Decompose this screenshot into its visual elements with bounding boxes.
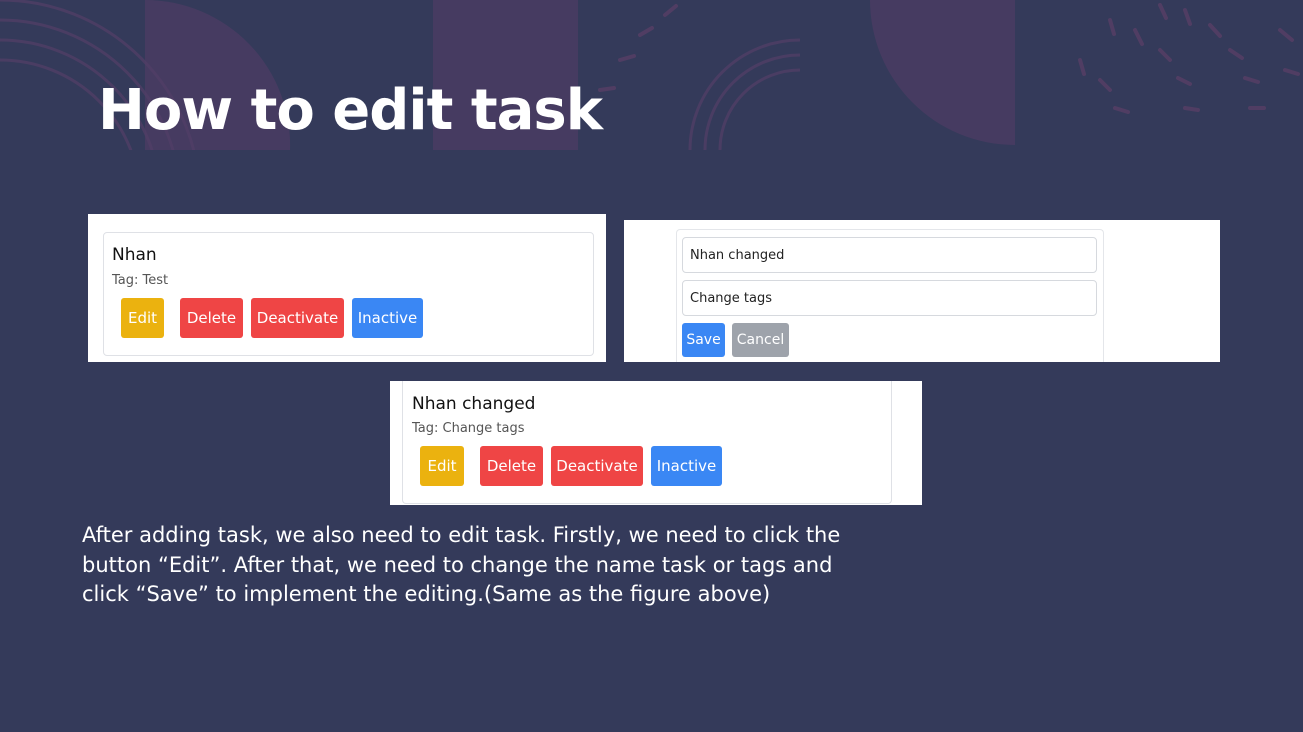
edit-button[interactable]: Edit [420,446,464,486]
task-tag: Tag: Test [112,273,169,288]
edit-form: Save Cancel [676,229,1104,362]
edit-form-screenshot: Save Cancel [624,220,1220,362]
delete-button[interactable]: Delete [180,298,243,338]
task-name-input[interactable] [682,237,1097,273]
task-card: Nhan changed Tag: Change tags Edit Delet… [402,381,892,504]
inactive-button[interactable]: Inactive [651,446,722,486]
slide-description: After adding task, we also need to edit … [82,523,841,606]
task-name: Nhan [112,245,157,265]
cancel-button[interactable]: Cancel [732,323,789,357]
task-card-after-screenshot: Nhan changed Tag: Change tags Edit Delet… [390,381,922,505]
slide-title: How to edit task [98,78,603,143]
task-tags-input[interactable] [682,280,1097,316]
edit-button[interactable]: Edit [121,298,164,338]
task-card-before-screenshot: Nhan Tag: Test Edit Delete Deactivate In… [88,214,606,362]
task-tag: Tag: Change tags [412,421,525,436]
inactive-button[interactable]: Inactive [352,298,423,338]
deactivate-button[interactable]: Deactivate [551,446,643,486]
deactivate-button[interactable]: Deactivate [251,298,344,338]
save-button[interactable]: Save [682,323,725,357]
task-card: Nhan Tag: Test Edit Delete Deactivate In… [103,232,594,356]
task-name: Nhan changed [412,394,536,414]
delete-button[interactable]: Delete [480,446,543,486]
